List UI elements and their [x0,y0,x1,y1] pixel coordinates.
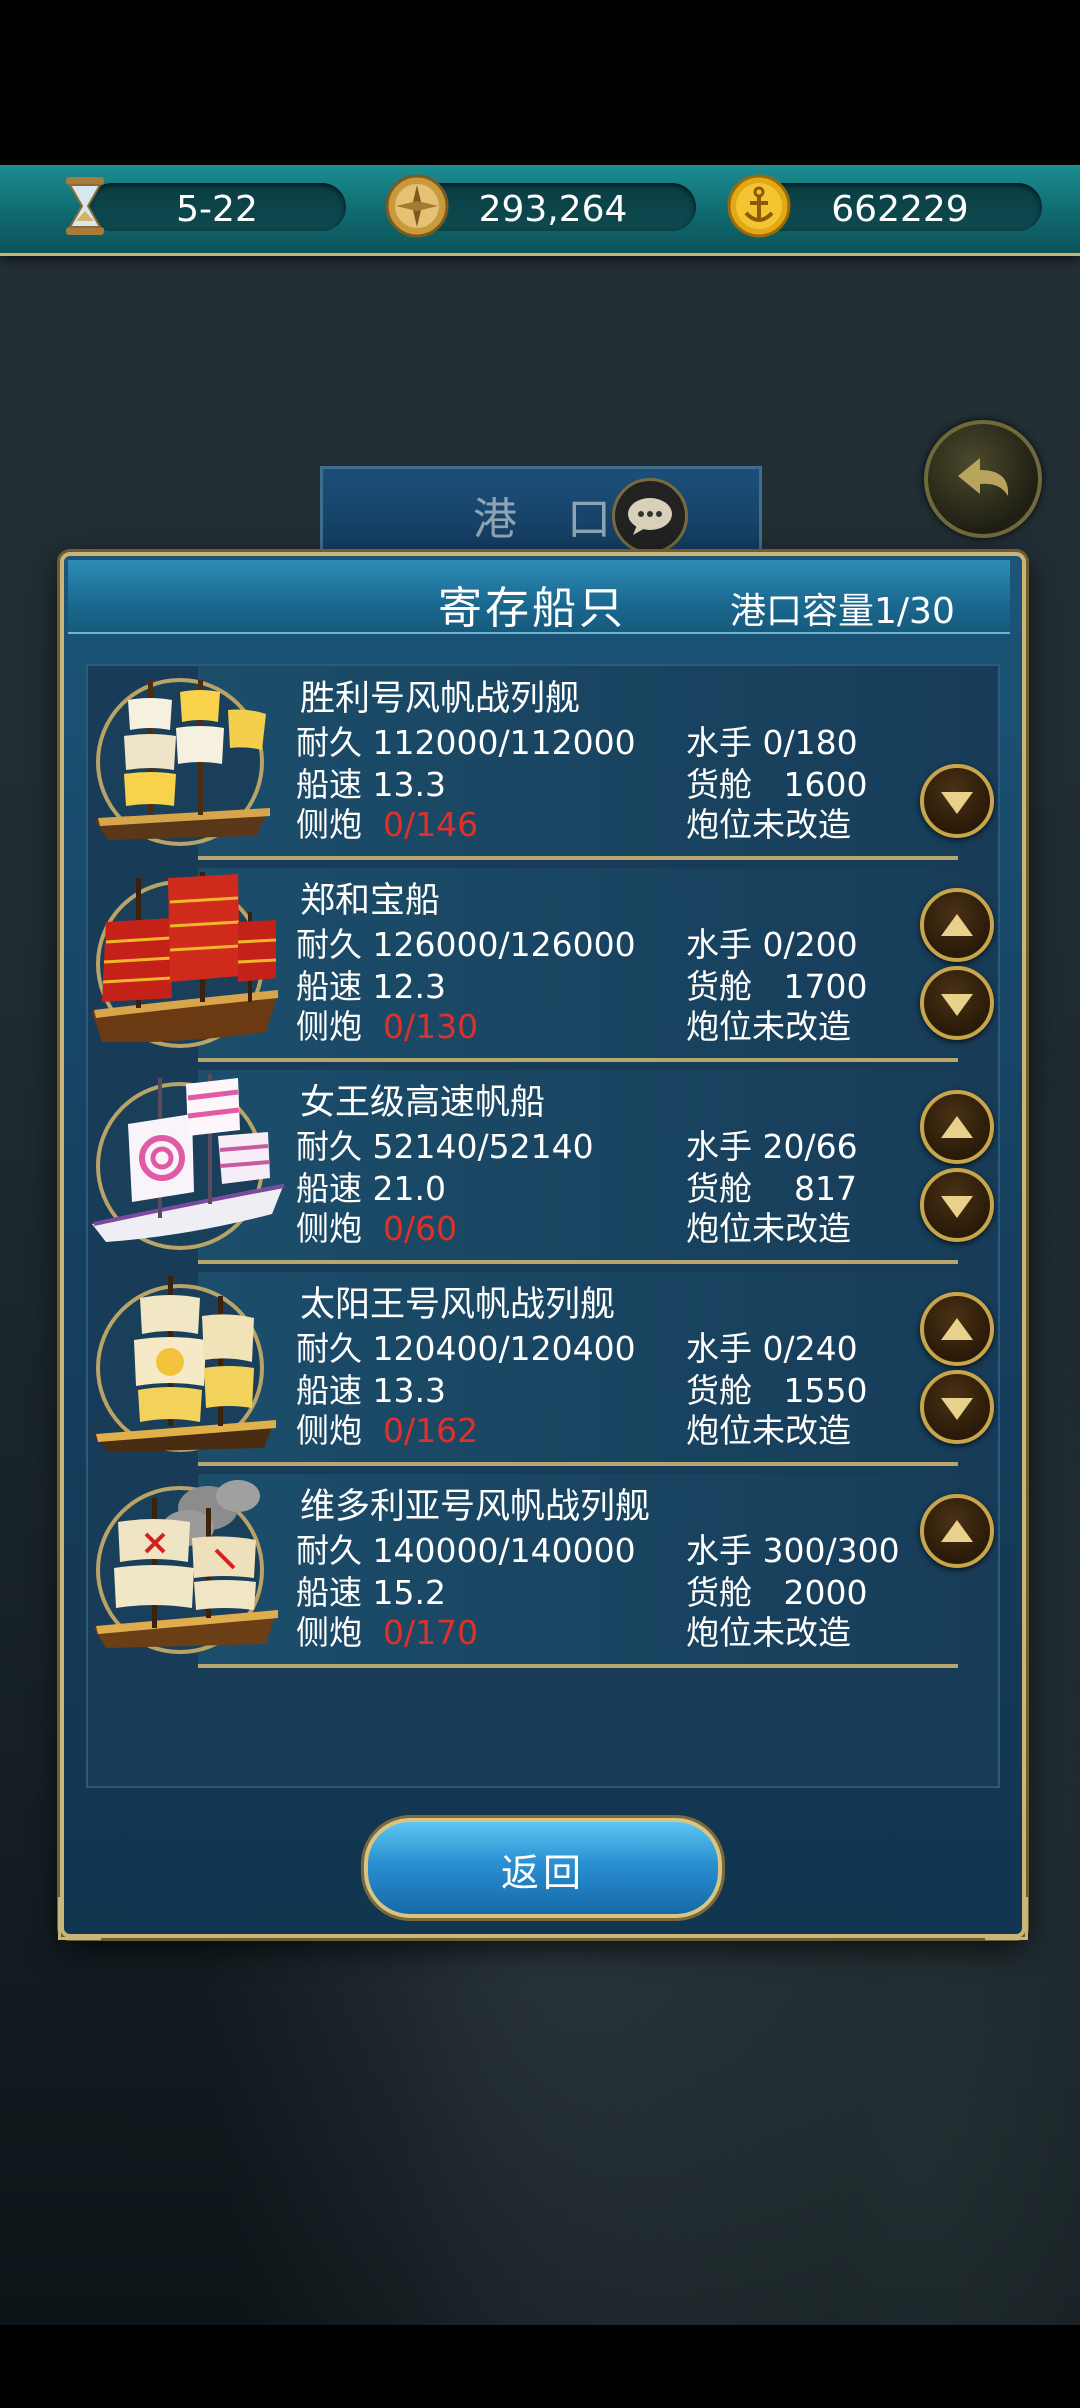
hourglass-icon [52,173,118,239]
ship-row: 郑和宝船 耐久 126000/126000 船速 12.3 侧炮 0/130 水… [88,868,968,1068]
ship-durability: 耐久 126000/126000 [296,925,636,964]
dialog-title-bar: 寄存船只 港口容量1/30 [68,560,1010,634]
move-down-button[interactable] [920,1370,994,1444]
ship-cannon: 侧炮 0/162 [296,1411,479,1450]
move-up-button[interactable] [920,1292,994,1366]
ship-list[interactable]: 胜利号风帆战列舰 耐久 112000/112000 船速 13.3 侧炮 0/1… [86,664,1000,1788]
ship-durability: 耐久 140000/140000 [296,1531,636,1570]
ship-name: 郑和宝船 [300,881,441,921]
ship-queen-image [88,1074,288,1254]
back-arrow-button[interactable] [924,420,1042,538]
return-button-label: 返回 [500,1851,585,1895]
move-down-button[interactable] [920,764,994,838]
compass-coin-icon [384,173,450,239]
ship-durability: 耐久 120400/120400 [296,1329,636,1368]
ship-sailors: 水手 0/200 [686,925,858,964]
move-up-button[interactable] [920,1090,994,1164]
port-header: 港 口 [320,466,762,559]
ship-cannon-mod-status: 炮位未改造 [686,1411,851,1450]
move-up-button[interactable] [920,1494,994,1568]
ship-sailors: 水手 300/300 [686,1531,900,1570]
ship-cannon: 侧炮 0/146 [296,805,479,844]
coin-value: 293,264 [478,189,628,230]
coin-display: 293,264 [410,183,696,231]
ship-sailors: 水手 0/180 [686,723,858,762]
ship-durability: 耐久 52140/52140 [296,1127,594,1166]
ship-name: 太阳王号风帆战列舰 [300,1285,616,1325]
ship-cannon: 侧炮 0/60 [296,1209,458,1248]
ship-cannon-mod-status: 炮位未改造 [686,1613,851,1652]
panel-corner-ornament [985,1897,1028,1940]
ship-victoria-image [88,1478,288,1658]
capacity-value: 1/30 [874,591,955,632]
capacity-label: 港口容量 [730,591,875,632]
ship-cannon-mod-status: 炮位未改造 [686,1209,851,1248]
move-down-button[interactable] [920,966,994,1040]
date-display: 5-22 [88,183,346,231]
ship-sun-king-image [88,1276,288,1456]
stored-ships-dialog: 寄存船只 港口容量1/30 胜利号风帆战列舰 耐久 112000/112000 … [58,552,1028,1940]
chat-icon[interactable] [612,478,688,554]
bottom-bar [0,2325,1080,2408]
move-up-button[interactable] [920,888,994,962]
ship-zhenghe-image [88,872,288,1052]
gold-display: 662229 [758,183,1042,231]
move-down-button[interactable] [920,1168,994,1242]
ship-cannon-mod-status: 炮位未改造 [686,805,851,844]
dialog-title: 寄存船只 [438,583,626,634]
ship-cannon: 侧炮 0/170 [296,1613,479,1652]
anchor-coin-icon [726,173,792,239]
ship-name: 女王级高速帆船 [300,1083,546,1123]
ship-row: 胜利号风帆战列舰 耐久 112000/112000 船速 13.3 侧炮 0/1… [88,666,968,866]
resource-bar: 5-22 293,264 662229 [0,165,1080,256]
port-label: 港 口 [473,494,629,545]
ship-row: 太阳王号风帆战列舰 耐久 120400/120400 船速 13.3 侧炮 0/… [88,1272,968,1472]
gold-value: 662229 [831,189,969,230]
return-button[interactable]: 返回 [364,1818,722,1918]
port-capacity: 港口容量1/30 [730,582,955,634]
date-value: 5-22 [176,189,258,230]
ship-sailors: 水手 20/66 [686,1127,858,1166]
ship-durability: 耐久 112000/112000 [296,723,636,762]
ship-sailors: 水手 0/240 [686,1329,858,1368]
ship-name: 胜利号风帆战列舰 [300,679,581,719]
ship-row: 维多利亚号风帆战列舰 耐久 140000/140000 船速 15.2 侧炮 0… [88,1474,968,1674]
ship-row: 女王级高速帆船 耐久 52140/52140 船速 21.0 侧炮 0/60 水… [88,1070,968,1270]
ship-cannon-mod-status: 炮位未改造 [686,1007,851,1046]
panel-corner-ornament [58,1897,101,1940]
ship-cannon: 侧炮 0/130 [296,1007,479,1046]
ship-name: 维多利亚号风帆战列舰 [300,1487,651,1527]
ship-victory-image [88,670,288,850]
